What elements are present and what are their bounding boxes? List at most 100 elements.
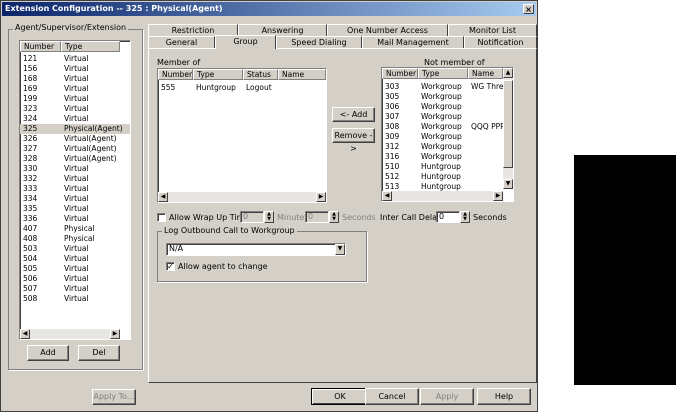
dropdown-arrow-icon[interactable]: ▼ (335, 244, 345, 255)
list-item[interactable]: 307 Workgroup (382, 112, 513, 122)
column-header-type[interactable]: Type (61, 41, 120, 52)
add-button[interactable]: Add (27, 345, 69, 361)
help-button[interactable]: Help (477, 388, 531, 405)
tab-group[interactable]: Group (215, 35, 276, 49)
tab-speed-dialing[interactable]: Speed Dialing (276, 36, 362, 48)
list-item[interactable]: 312 Workgroup (382, 142, 513, 152)
column-header-name[interactable]: Name (468, 68, 503, 79)
table-row[interactable]: 156 Virtual (20, 64, 130, 74)
table-row[interactable]: 332 Virtual (20, 174, 130, 184)
list-item[interactable]: 555 Huntgroup Logout (158, 83, 326, 93)
list-item[interactable]: 306 Workgroup (382, 102, 513, 112)
tab-mail-management[interactable]: Mail Management (362, 36, 464, 48)
table-row[interactable]: 330 Virtual (20, 164, 130, 174)
list-item[interactable]: 510 Huntgroup (382, 162, 513, 172)
log-outbound-select[interactable]: N/A ▼ (166, 243, 346, 256)
not-member-of-list[interactable]: Number Type Name 303 Workgroup WG Thre 305 W… (381, 67, 514, 202)
close-button[interactable]: × (523, 4, 534, 14)
table-cell: Virtual(Agent) (64, 144, 117, 153)
table-cell: Workgroup (421, 132, 462, 141)
scroll-left-icon[interactable]: ◀ (158, 192, 168, 202)
member-of-list[interactable]: Number Type Status Name 555 Huntgroup Logo… (157, 68, 327, 203)
table-cell: Huntgroup (421, 172, 461, 181)
table-cell: Virtual (64, 54, 89, 63)
scroll-thumb[interactable] (503, 80, 513, 168)
table-row[interactable]: 407 Physical (20, 224, 130, 234)
table-row[interactable]: 505 Virtual (20, 264, 130, 274)
table-row[interactable]: 168 Virtual (20, 74, 130, 84)
table-cell: Virtual (64, 174, 89, 183)
cancel-button[interactable]: Cancel (365, 388, 419, 405)
tab-notification[interactable]: Notification (464, 36, 537, 48)
tab-general[interactable]: General (148, 36, 215, 48)
table-row[interactable]: 336 Virtual (20, 214, 130, 224)
table-row[interactable]: 199 Virtual (20, 94, 130, 104)
list-item[interactable]: 303 Workgroup WG Thre (382, 82, 513, 92)
del-button[interactable]: Del (78, 345, 120, 361)
list-item[interactable]: 305 Workgroup (382, 92, 513, 102)
allow-agent-change-checkbox[interactable]: ✓ (166, 262, 175, 271)
column-header-number[interactable]: Number (382, 68, 418, 79)
apply-button[interactable]: Apply (420, 388, 474, 405)
table-cell: Virtual (64, 104, 89, 113)
extension-list[interactable]: Number Type 121 Virtual 156 Virtual 168 Virtu… (19, 40, 131, 340)
column-header-status[interactable]: Status (243, 69, 278, 80)
remove-from-group-button[interactable]: Remove -> (332, 128, 375, 153)
table-row[interactable]: 324 Virtual (20, 114, 130, 124)
ok-button[interactable]: OK (311, 388, 369, 405)
table-row[interactable]: 333 Virtual (20, 184, 130, 194)
list-item[interactable]: 309 Workgroup (382, 132, 513, 142)
table-cell: Workgroup (421, 82, 462, 91)
scroll-down-icon[interactable]: ▼ (503, 179, 513, 189)
table-row[interactable]: 408 Physical (20, 234, 130, 244)
list-item[interactable]: 308 Workgroup QQQ PPP (382, 122, 513, 132)
seconds-field[interactable]: 0 (305, 211, 329, 223)
scroll-right-icon[interactable]: ▶ (110, 329, 120, 339)
column-header-name[interactable]: Name (278, 69, 326, 80)
table-row[interactable]: 507 Virtual (20, 284, 130, 294)
table-cell: Workgroup (421, 92, 462, 101)
table-row[interactable]: 327 Virtual(Agent) (20, 144, 130, 154)
scroll-left-icon[interactable]: ◀ (382, 191, 392, 201)
table-row[interactable]: 506 Virtual (20, 274, 130, 284)
column-header-number[interactable]: Number (158, 69, 193, 80)
table-cell: Virtual (64, 254, 89, 263)
list-item[interactable]: 316 Workgroup (382, 152, 513, 162)
list-item[interactable]: 512 Huntgroup (382, 172, 513, 182)
table-row[interactable]: 504 Virtual (20, 254, 130, 264)
scroll-right-icon[interactable]: ▶ (493, 191, 503, 201)
table-cell: 330 (23, 164, 38, 173)
tab-monitor-list[interactable]: Monitor List (448, 24, 537, 36)
table-row[interactable]: 328 Virtual(Agent) (20, 154, 130, 164)
horizontal-scrollbar[interactable]: ◀ ▶ (158, 192, 326, 202)
allow-wrapup-checkbox[interactable] (157, 213, 166, 222)
inter-call-spinner-icon[interactable]: ▲ ▼ (460, 211, 470, 223)
minutes-field[interactable]: 0 (240, 211, 264, 223)
table-cell: 505 (23, 264, 38, 273)
table-row[interactable]: 508 Virtual (20, 294, 130, 304)
table-row[interactable]: 335 Virtual (20, 204, 130, 214)
table-row[interactable]: 503 Virtual (20, 244, 130, 254)
seconds-spinner-icon[interactable]: ▲ ▼ (329, 211, 339, 223)
horizontal-scrollbar[interactable]: ◀ ▶ (382, 191, 503, 201)
table-row[interactable]: 169 Virtual (20, 84, 130, 94)
scroll-left-icon[interactable]: ◀ (20, 329, 30, 339)
table-row[interactable]: 334 Virtual (20, 194, 130, 204)
table-row[interactable]: 326 Virtual(Agent) (20, 134, 130, 144)
apply-to-button[interactable]: Apply To... (92, 389, 136, 405)
table-row[interactable]: 325 Physical(Agent) (20, 124, 130, 134)
scroll-right-icon[interactable]: ▶ (316, 192, 326, 202)
scroll-up-icon[interactable]: ▲ (503, 68, 513, 78)
horizontal-scrollbar[interactable]: ◀ ▶ (20, 329, 120, 339)
minutes-spinner-icon[interactable]: ▲ ▼ (264, 211, 274, 223)
column-header-number[interactable]: Number (20, 41, 61, 52)
column-header-type[interactable]: Type (193, 69, 243, 80)
column-header-type[interactable]: Type (418, 68, 468, 79)
vertical-scrollbar[interactable]: ▲ ▼ (503, 68, 513, 189)
table-row[interactable]: 323 Virtual (20, 104, 130, 114)
add-to-group-button[interactable]: <- Add (332, 107, 375, 122)
table-row[interactable]: 121 Virtual (20, 54, 130, 64)
inter-call-delay-field[interactable]: 0 (436, 211, 460, 223)
table-cell: 504 (23, 254, 38, 263)
tab-one-number-access[interactable]: One Number Access (327, 24, 448, 36)
